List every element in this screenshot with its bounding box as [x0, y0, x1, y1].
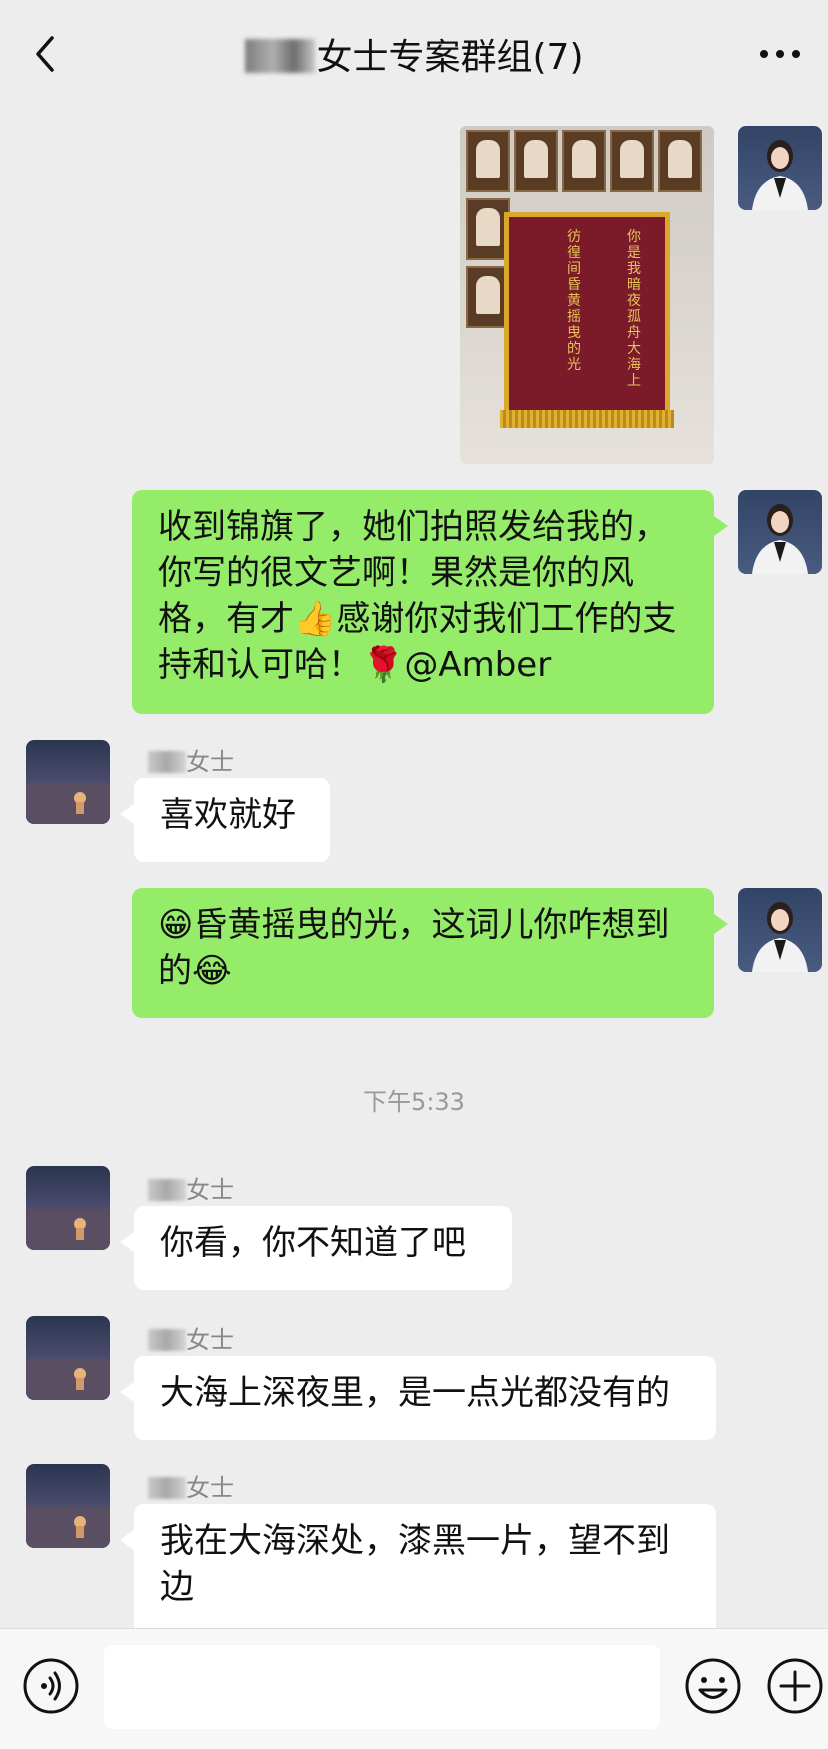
portrait-frame — [466, 130, 510, 192]
message-bubble-self[interactable]: 😁昏黄摇曳的光，这词儿你咋想到的😂 — [132, 888, 728, 1018]
sender-name: 女士 — [148, 1320, 234, 1355]
message-bubble-other[interactable]: 我在大海深处，漆黑一片，望不到边 — [120, 1504, 716, 1628]
chat-title: 女士专案群组(7) — [0, 28, 828, 80]
sender-name: 女士 — [148, 1170, 234, 1205]
self-avatar[interactable] — [738, 888, 822, 972]
seaside-avatar-icon — [26, 784, 110, 824]
portrait-frame — [514, 130, 558, 192]
plus-icon[interactable] — [766, 1657, 824, 1715]
message-bubble-other[interactable]: 你看，你不知道了吧 — [120, 1206, 512, 1290]
message-bubble-other[interactable]: 大海上深夜里，是一点光都没有的 — [120, 1356, 716, 1440]
timestamp: 下午5:33 — [363, 1088, 465, 1116]
photo-message[interactable]: 你是我暗夜孤舟大海上 彷徨间昏黄摇曳的光 — [460, 126, 714, 464]
self-avatar[interactable] — [738, 490, 822, 574]
person-avatar-icon — [752, 902, 808, 972]
seaside-avatar-icon — [26, 1508, 110, 1548]
redacted-name — [148, 1179, 186, 1201]
redacted-name — [148, 1477, 186, 1499]
banner-line-2: 彷徨间昏黄摇曳的光 — [567, 229, 581, 373]
self-avatar[interactable] — [738, 126, 822, 210]
portrait-frame — [562, 130, 606, 192]
banner-line-1: 你是我暗夜孤舟大海上 — [627, 229, 641, 389]
message-bubble-other[interactable]: 喜欢就好 — [120, 778, 330, 862]
sender-name: 女士 — [148, 1468, 234, 1503]
portrait-frame — [658, 130, 702, 192]
message-bubble-self[interactable]: 收到锦旗了，她们拍照发给我的，你写的很文艺啊！果然是你的风格，有才👍感谢你对我们… — [132, 490, 728, 714]
person-avatar-icon — [752, 504, 808, 574]
chat-header: 女士专案群组(7) — [0, 0, 828, 106]
voice-icon[interactable] — [22, 1657, 80, 1715]
sender-name: 女士 — [148, 742, 234, 777]
seaside-avatar-icon — [26, 1210, 110, 1250]
message-input[interactable] — [104, 1645, 660, 1729]
member-avatar[interactable] — [26, 1316, 110, 1400]
redacted-name — [148, 1329, 186, 1351]
member-avatar[interactable] — [26, 740, 110, 824]
member-avatar[interactable] — [26, 1464, 110, 1548]
person-avatar-icon — [752, 140, 808, 210]
seaside-avatar-icon — [26, 1360, 110, 1400]
redacted-name — [148, 751, 186, 773]
portrait-frame — [610, 130, 654, 192]
emoji-icon[interactable] — [684, 1657, 742, 1715]
input-bar — [0, 1628, 828, 1749]
banner-fringe — [500, 410, 674, 428]
redacted-name — [244, 39, 315, 73]
silk-banner: 你是我暗夜孤舟大海上 彷徨间昏黄摇曳的光 — [504, 212, 670, 412]
member-avatar[interactable] — [26, 1166, 110, 1250]
ellipsis-icon[interactable] — [752, 30, 808, 74]
